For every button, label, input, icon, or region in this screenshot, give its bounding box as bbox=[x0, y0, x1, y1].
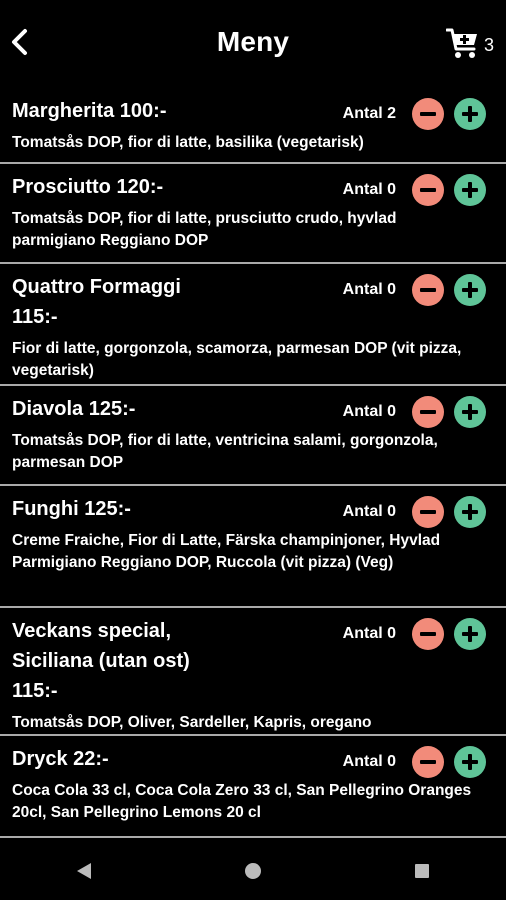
menu-item-prosciutto: Prosciutto 120:- Antal 0 Tomatsås DOP, f… bbox=[0, 164, 506, 264]
item-name: Margherita 100:- bbox=[12, 100, 167, 122]
quantity-label: Antal 0 bbox=[342, 503, 396, 520]
menu-item-quattro-formaggi: Quattro Formaggi 115:- Antal 0 Fior di l… bbox=[0, 264, 506, 386]
plus-icon bbox=[462, 282, 478, 298]
page-title: Meny bbox=[216, 26, 290, 57]
minus-icon bbox=[420, 112, 436, 116]
nav-recents-button[interactable] bbox=[402, 851, 442, 891]
nav-back-button[interactable] bbox=[64, 851, 104, 891]
cart-plus-icon bbox=[445, 28, 477, 58]
menu-item-funghi: Funghi 125:- Antal 0 Creme Fraiche, Fior… bbox=[0, 486, 506, 608]
increase-button[interactable] bbox=[454, 174, 486, 206]
decrease-button[interactable] bbox=[412, 746, 444, 778]
decrease-button[interactable] bbox=[412, 396, 444, 428]
menu-item-margherita: Margherita 100:- Antal 2 Tomatsås DOP, f… bbox=[0, 88, 506, 164]
plus-icon bbox=[462, 106, 478, 122]
decrease-button[interactable] bbox=[412, 274, 444, 306]
increase-button[interactable] bbox=[454, 98, 486, 130]
item-name: Dryck 22:- bbox=[12, 748, 109, 770]
quantity-control: Antal 0 bbox=[343, 494, 486, 530]
plus-icon bbox=[462, 182, 478, 198]
item-description: Creme Fraiche, Fior di Latte, Färska cha… bbox=[12, 532, 441, 571]
quantity-control: Antal 2 bbox=[343, 96, 486, 132]
minus-icon bbox=[420, 188, 436, 192]
cart-button[interactable]: 3 bbox=[445, 26, 494, 60]
quantity-control: Antal 0 bbox=[343, 172, 486, 208]
app-header: Meny 3 bbox=[0, 0, 506, 88]
decrease-button[interactable] bbox=[412, 496, 444, 528]
minus-icon bbox=[420, 410, 436, 414]
quantity-control: Antal 0 bbox=[343, 744, 486, 780]
decrease-button[interactable] bbox=[412, 618, 444, 650]
quantity-control: Antal 0 bbox=[343, 616, 486, 652]
quantity-label: Antal 0 bbox=[342, 281, 396, 298]
plus-icon bbox=[462, 626, 478, 642]
minus-icon bbox=[420, 510, 436, 514]
item-description: Tomatsås DOP, fior di latte, prusciutto … bbox=[12, 210, 397, 249]
quantity-label: Antal 0 bbox=[342, 403, 396, 420]
item-name: Quattro Formaggi 115:- bbox=[12, 276, 181, 328]
decrease-button[interactable] bbox=[412, 174, 444, 206]
menu-item-veckans-special: Veckans special, Siciliana (utan ost) 11… bbox=[0, 608, 506, 736]
system-navigation-bar bbox=[0, 842, 506, 900]
item-name: Diavola 125:- bbox=[12, 398, 136, 420]
cart-count: 3 bbox=[483, 34, 494, 55]
quantity-label: Antal 0 bbox=[342, 625, 396, 642]
item-description: Tomatsås DOP, fior di latte, ventricina … bbox=[12, 432, 438, 471]
menu-item-dryck: Dryck 22:- Antal 0 Coca Cola 33 cl, Coca… bbox=[0, 736, 506, 838]
item-name: Veckans special, Siciliana (utan ost) 11… bbox=[12, 620, 190, 702]
square-recents-icon bbox=[414, 864, 429, 878]
minus-icon bbox=[420, 632, 436, 636]
triangle-back-icon bbox=[77, 863, 92, 879]
menu-list: Margherita 100:- Antal 2 Tomatsås DOP, f… bbox=[0, 88, 506, 838]
item-name: Funghi 125:- bbox=[12, 498, 131, 520]
quantity-label: Antal 0 bbox=[342, 181, 396, 198]
quantity-control: Antal 0 bbox=[343, 394, 486, 430]
increase-button[interactable] bbox=[454, 496, 486, 528]
plus-icon bbox=[462, 504, 478, 520]
quantity-control: Antal 0 bbox=[343, 272, 486, 308]
item-description: Coca Cola 33 cl, Coca Cola Zero 33 cl, S… bbox=[12, 782, 472, 821]
circle-home-icon bbox=[244, 863, 261, 879]
increase-button[interactable] bbox=[454, 618, 486, 650]
item-description: Fior di latte, gorgonzola, scamorza, par… bbox=[12, 340, 462, 379]
quantity-label: Antal 0 bbox=[342, 753, 396, 770]
minus-icon bbox=[420, 288, 436, 292]
increase-button[interactable] bbox=[454, 746, 486, 778]
nav-home-button[interactable] bbox=[233, 851, 273, 891]
quantity-label: Antal 2 bbox=[342, 105, 396, 122]
menu-item-diavola: Diavola 125:- Antal 0 Tomatsås DOP, fior… bbox=[0, 386, 506, 486]
minus-icon bbox=[420, 760, 436, 764]
plus-icon bbox=[462, 754, 478, 770]
plus-icon bbox=[462, 404, 478, 420]
decrease-button[interactable] bbox=[412, 98, 444, 130]
item-name: Prosciutto 120:- bbox=[12, 176, 164, 198]
increase-button[interactable] bbox=[454, 274, 486, 306]
increase-button[interactable] bbox=[454, 396, 486, 428]
